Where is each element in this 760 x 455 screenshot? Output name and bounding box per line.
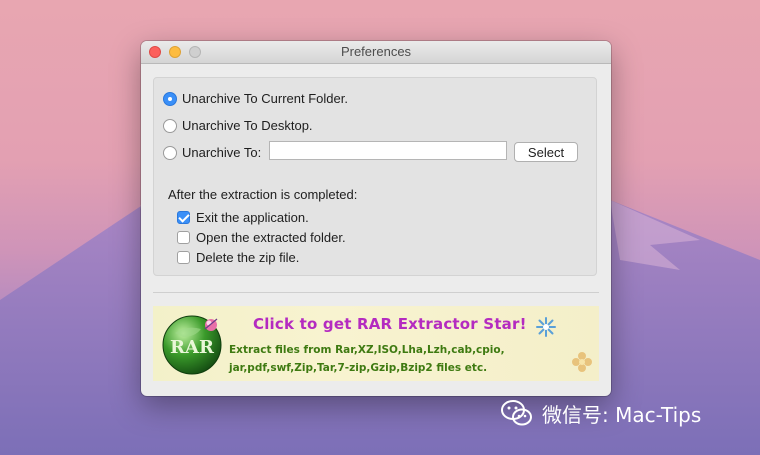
window-title: Preferences <box>340 44 412 59</box>
globe-logo-text: RAR <box>170 337 215 358</box>
rar-globe-icon: RAR <box>162 315 222 375</box>
options-panel <box>153 77 597 276</box>
wechat-icon <box>501 400 532 426</box>
radio-row-desktop[interactable]: Unarchive To Desktop. <box>163 118 313 133</box>
radio-row-current-folder[interactable]: Unarchive To Current Folder. <box>163 91 348 106</box>
radio-current-folder[interactable] <box>163 91 177 106</box>
checkbox-delete-zip-label: Delete the zip file. <box>196 250 300 265</box>
checkbox-open-folder-label: Open the extracted folder. <box>196 230 346 245</box>
radio-custom-folder-label: Unarchive To: <box>182 145 262 160</box>
radio-desktop[interactable] <box>163 118 177 133</box>
radio-custom-folder[interactable] <box>163 145 177 160</box>
radio-desktop-label: Unarchive To Desktop. <box>182 118 313 133</box>
select-folder-button[interactable]: Select <box>514 142 578 162</box>
destination-path-field[interactable] <box>269 141 507 160</box>
checkbox-row-open-folder[interactable]: Open the extracted folder. <box>177 230 346 245</box>
promo-banner[interactable]: RAR Click to get RAR Extractor Star! Ext… <box>153 306 599 381</box>
divider <box>153 292 599 293</box>
banner-title: Click to get RAR Extractor Star! <box>253 315 527 333</box>
flower-decoration-icon <box>572 352 592 372</box>
after-extraction-heading: After the extraction is completed: <box>168 187 358 202</box>
checkbox-row-exit-app[interactable]: Exit the application. <box>177 210 309 225</box>
wechat-watermark: 微信号: Mac-Tips <box>500 398 701 428</box>
checkbox-row-delete-zip[interactable]: Delete the zip file. <box>177 250 299 265</box>
banner-formats-line1: Extract files from Rar,XZ,ISO,Lha,Lzh,ca… <box>229 344 505 356</box>
banner-formats-line2: jar,pdf,swf,Zip,Tar,7-zip,Gzip,Bzip2 fil… <box>229 362 488 374</box>
checkbox-delete-zip[interactable] <box>177 251 190 264</box>
watermark-text: 微信号: Mac-Tips <box>542 402 702 427</box>
checkbox-open-folder[interactable] <box>177 231 190 244</box>
title-bar: Preferences <box>141 41 611 64</box>
radio-row-custom-folder[interactable]: Unarchive To: <box>163 145 261 160</box>
snowflake-icon <box>536 317 556 337</box>
checkbox-exit-app[interactable] <box>177 211 190 224</box>
radio-current-folder-label: Unarchive To Current Folder. <box>182 91 348 106</box>
preferences-window: Preferences Unarchive To Current Folder.… <box>141 41 611 396</box>
checkbox-exit-app-label: Exit the application. <box>196 210 309 225</box>
